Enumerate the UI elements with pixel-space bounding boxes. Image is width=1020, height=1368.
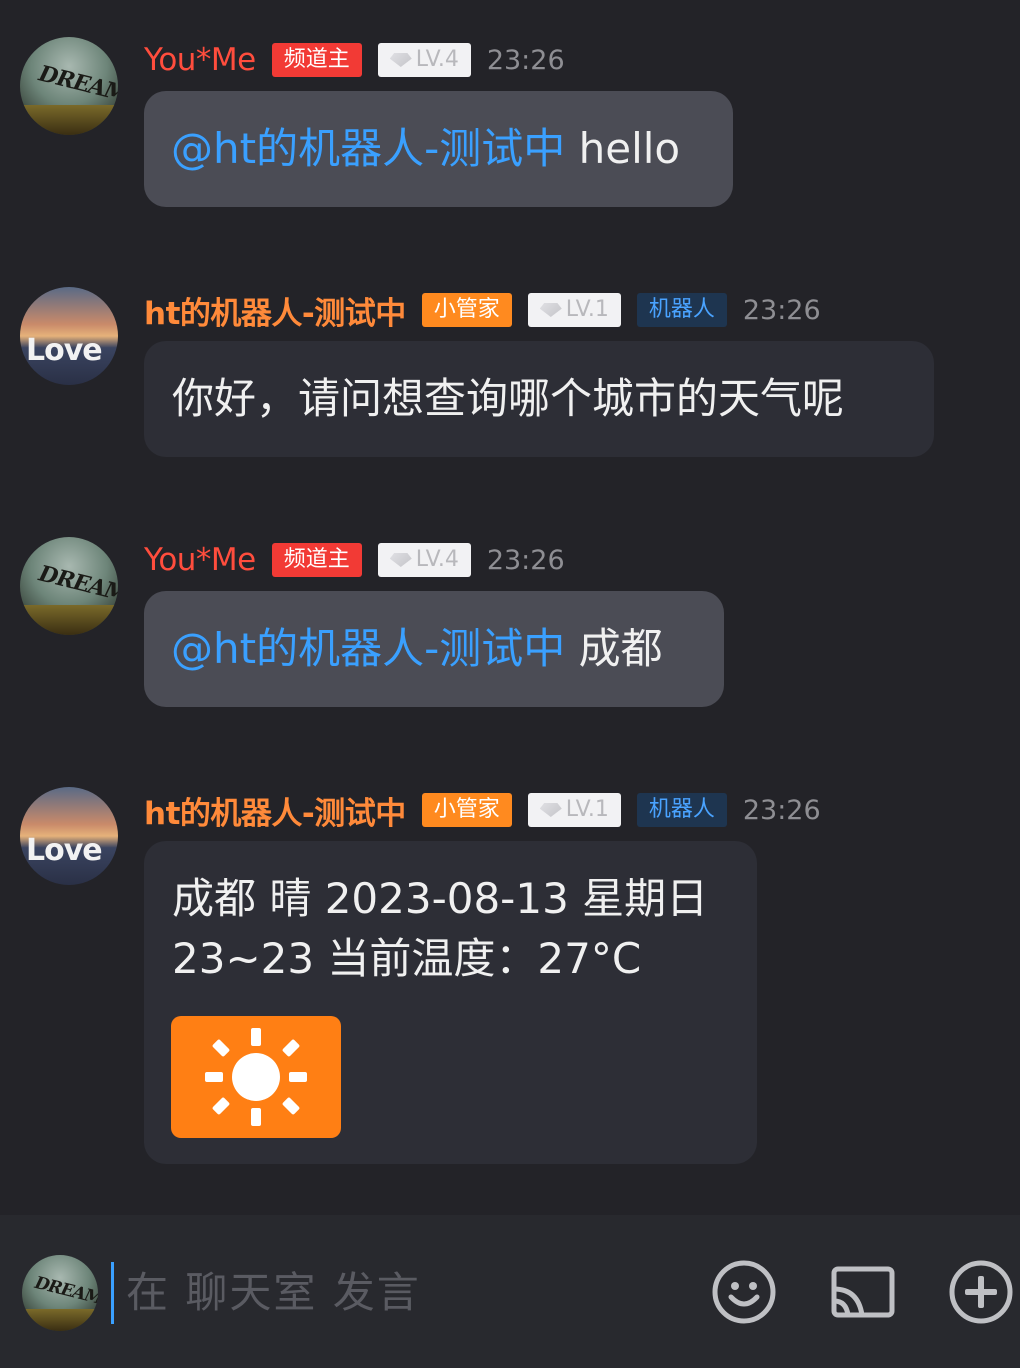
level-text: LV.1	[565, 297, 609, 322]
avatar[interactable]: Love	[20, 787, 118, 885]
text-caret	[111, 1262, 114, 1324]
avatar[interactable]: DREAM	[20, 37, 118, 135]
avatar-text: DREAM	[36, 560, 118, 608]
mention-link[interactable]: @ht的机器人-测试中	[171, 624, 565, 673]
message-text: 成都	[578, 624, 663, 673]
timestamp: 23:26	[742, 294, 821, 326]
message-text: 你好，请问想查询哪个城市的天气呢	[172, 374, 845, 423]
message-text-line2: 23~23 当前温度：27°C	[172, 934, 642, 983]
role-badge: 频道主	[271, 543, 362, 577]
diamond-icon	[539, 803, 562, 817]
message-bubble[interactable]: 成都 晴 2023-08-13 星期日 23~23 当前温度：27°C	[144, 841, 757, 1164]
message-item: Love ht的机器人-测试中 小管家 LV.1 机器人 23:26 成都 晴 …	[0, 787, 1020, 1177]
avatar-text: DREAM	[36, 60, 118, 108]
role-badge: 小管家	[421, 793, 512, 827]
message-header: You*Me 频道主 LV.4 23:26	[144, 41, 565, 79]
weather-image[interactable]	[171, 1016, 341, 1138]
author-name[interactable]: You*Me	[144, 42, 256, 78]
message-item: DREAM You*Me 频道主 LV.4 23:26 @ht的机器人-测试中 …	[0, 37, 1020, 217]
timestamp: 23:26	[486, 44, 565, 76]
emoji-icon[interactable]	[711, 1259, 777, 1325]
level-badge: LV.1	[527, 293, 621, 327]
role-badge: 小管家	[421, 293, 512, 327]
author-name[interactable]: ht的机器人-测试中	[144, 788, 406, 833]
diamond-icon	[539, 303, 562, 317]
diamond-icon	[389, 553, 412, 567]
avatar-text: DREAM	[32, 1272, 98, 1310]
message-text-line1: 成都 晴 2023-08-13 星期日	[172, 874, 709, 923]
message-item: Love ht的机器人-测试中 小管家 LV.1 机器人 23:26 你好，请问…	[0, 287, 1020, 467]
message-header: ht的机器人-测试中 小管家 LV.1 机器人 23:26	[144, 791, 821, 832]
role-badge: 频道主	[271, 43, 362, 77]
bot-badge: 机器人	[636, 293, 727, 327]
message-header: You*Me 频道主 LV.4 23:26	[144, 541, 565, 579]
timestamp: 23:26	[742, 794, 821, 826]
author-name[interactable]: ht的机器人-测试中	[144, 288, 406, 333]
level-text: LV.1	[565, 797, 609, 822]
avatar-text: Love	[26, 833, 103, 868]
message-bubble[interactable]: @ht的机器人-测试中 成都	[144, 591, 724, 707]
message-bubble[interactable]: @ht的机器人-测试中 hello	[144, 91, 733, 207]
mention-link[interactable]: @ht的机器人-测试中	[171, 124, 565, 173]
author-name[interactable]: You*Me	[144, 542, 256, 578]
message-header: ht的机器人-测试中 小管家 LV.1 机器人 23:26	[144, 291, 821, 332]
avatar[interactable]: Love	[20, 287, 118, 385]
avatar[interactable]: DREAM	[20, 537, 118, 635]
bot-badge: 机器人	[636, 793, 727, 827]
sun-icon	[205, 1028, 307, 1126]
level-text: LV.4	[415, 47, 459, 72]
level-badge: LV.4	[377, 543, 471, 577]
my-avatar[interactable]: DREAM	[22, 1255, 98, 1331]
message-input-bar: DREAM 在 聊天室 发言	[0, 1215, 1020, 1368]
level-badge: LV.1	[527, 793, 621, 827]
plus-icon[interactable]	[948, 1259, 1014, 1325]
message-item: DREAM You*Me 频道主 LV.4 23:26 @ht的机器人-测试中 …	[0, 537, 1020, 717]
level-text: LV.4	[415, 547, 459, 572]
screen-share-icon[interactable]	[830, 1259, 896, 1325]
timestamp: 23:26	[486, 544, 565, 576]
avatar-text: Love	[26, 333, 103, 368]
diamond-icon	[389, 53, 412, 67]
message-bubble[interactable]: 你好，请问想查询哪个城市的天气呢	[144, 341, 934, 457]
chat-input[interactable]: 在 聊天室 发言	[126, 1265, 421, 1321]
message-text: hello	[578, 124, 681, 173]
level-badge: LV.4	[377, 43, 471, 77]
